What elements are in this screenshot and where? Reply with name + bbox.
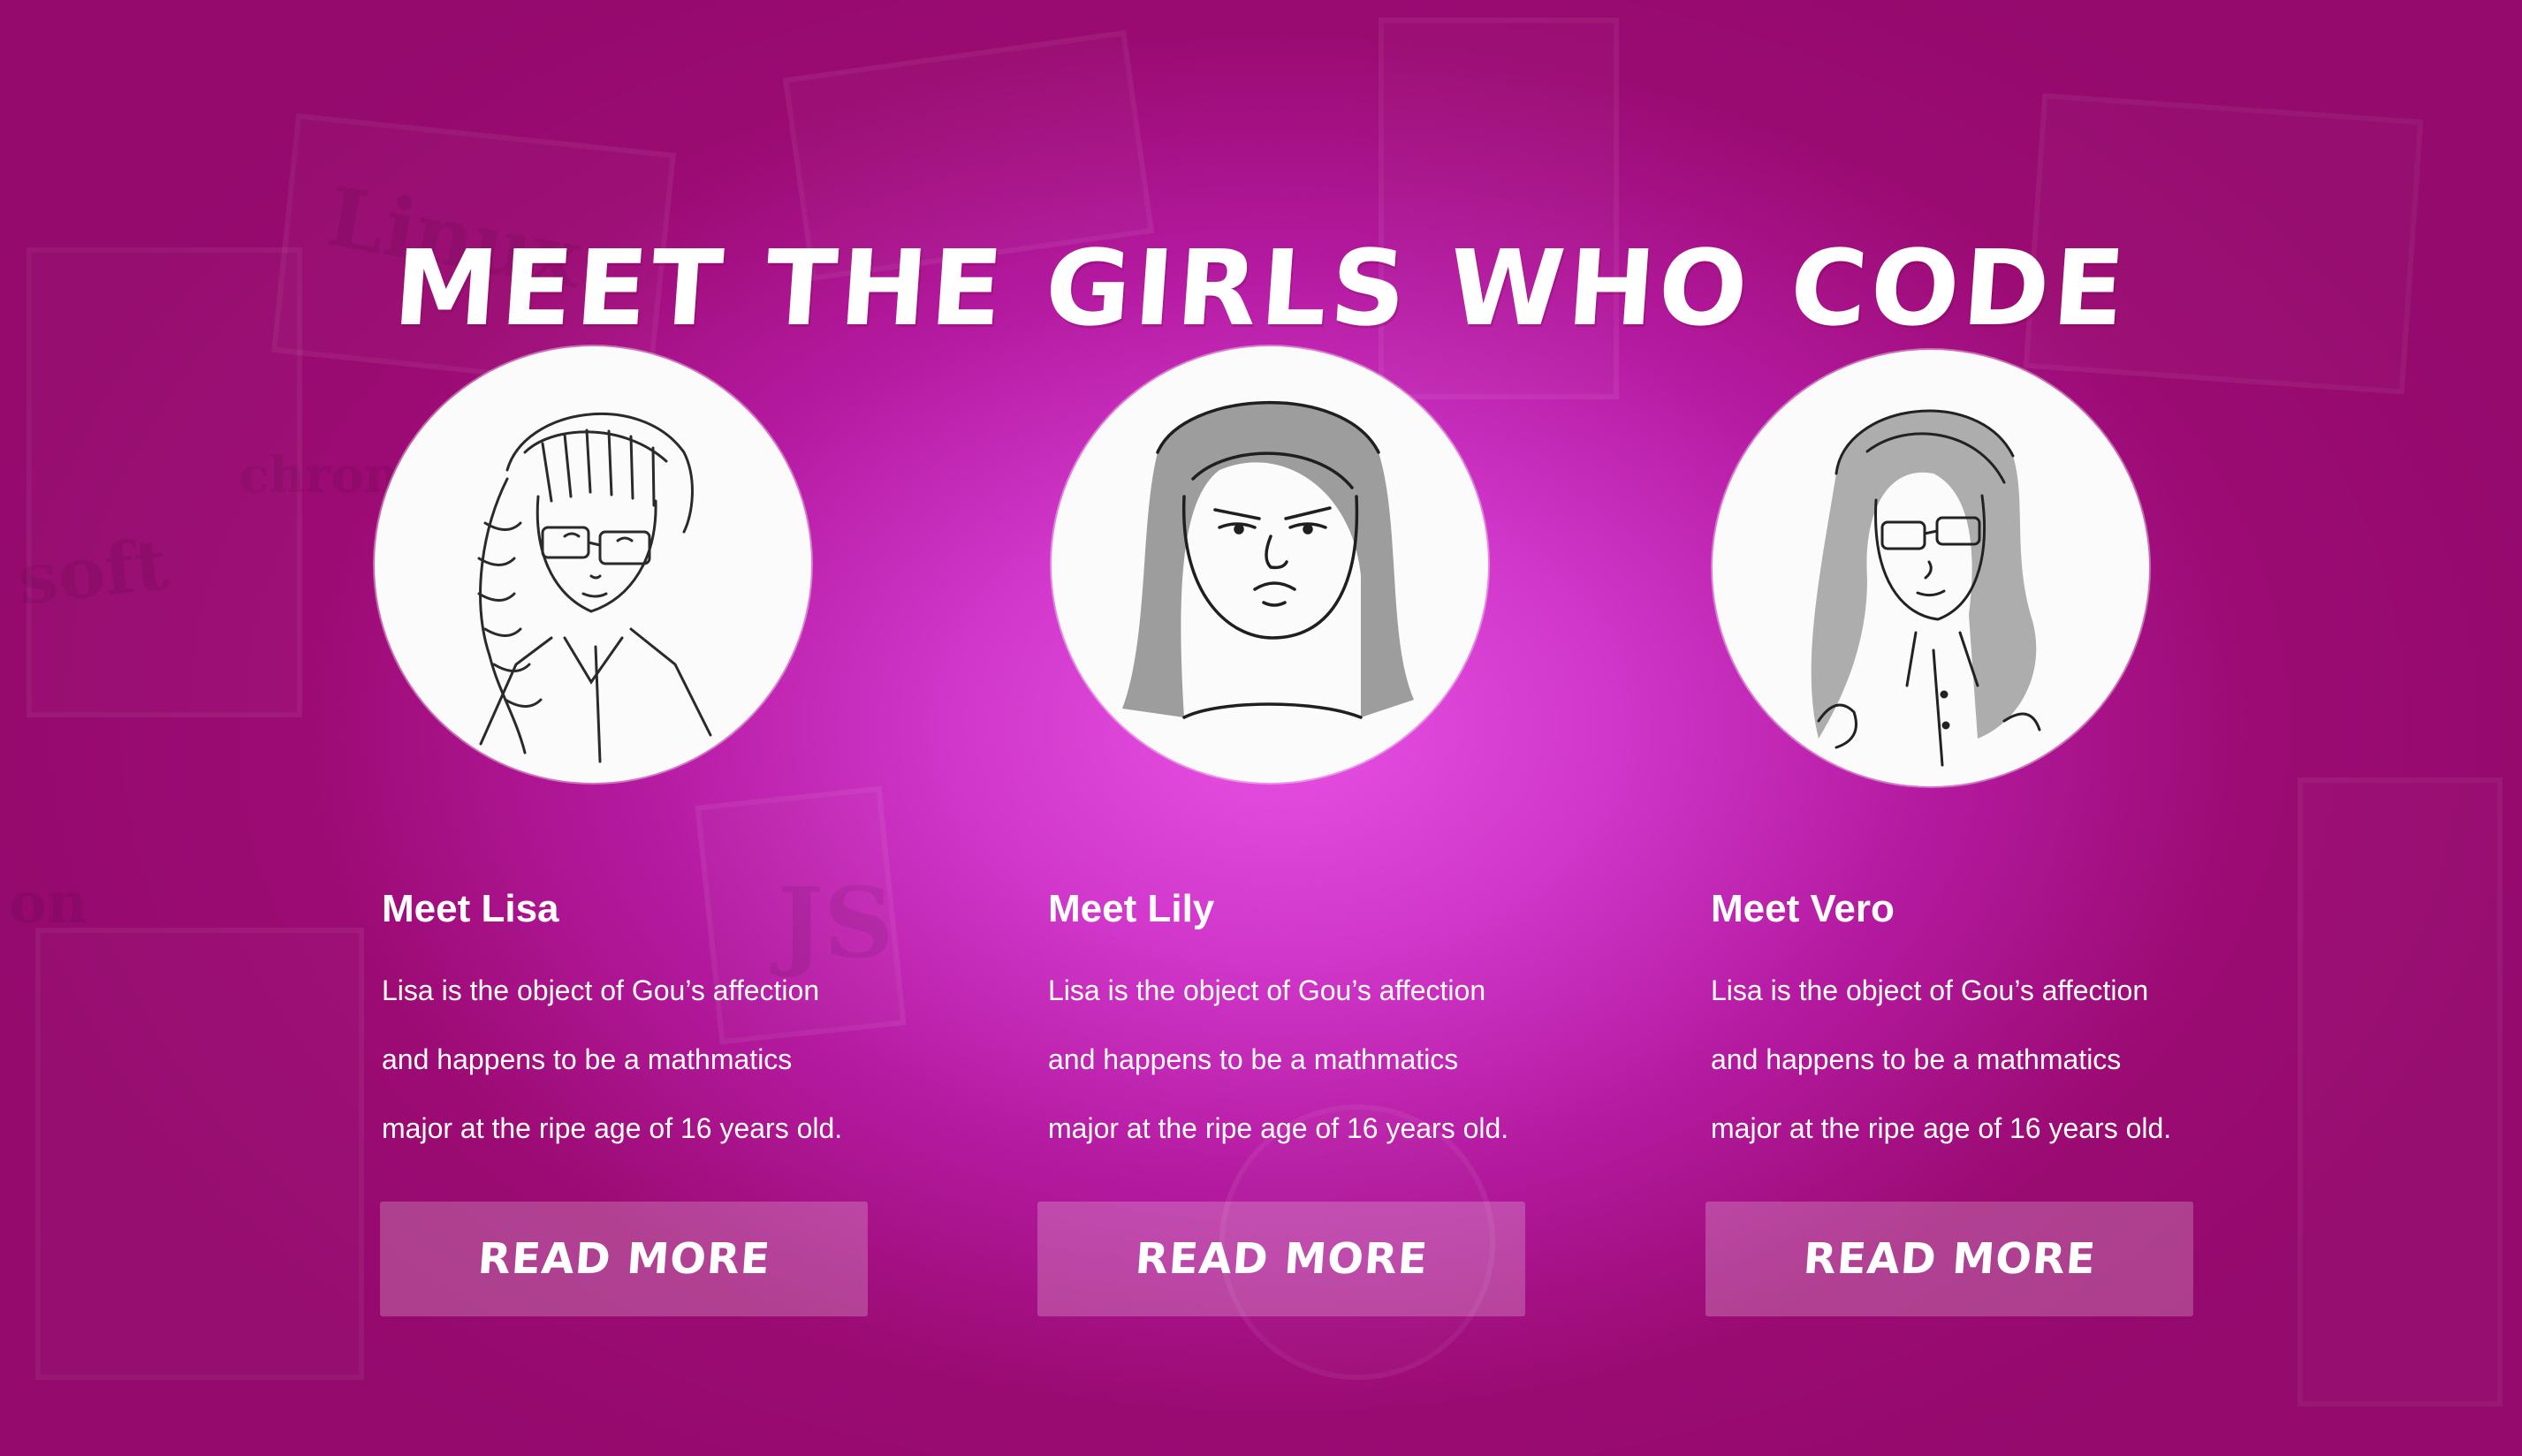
card-description: Lisa is the object of Gou’s affection an… xyxy=(382,956,912,1163)
card-description: Lisa is the object of Gou’s affection an… xyxy=(1711,956,2241,1163)
card-description: Lisa is the object of Gou’s affection an… xyxy=(1048,956,1578,1163)
bg-word-on: on xyxy=(9,870,88,937)
read-more-label: READ MORE xyxy=(1133,1234,1430,1284)
card-description-line: major at the ripe age of 16 years old. xyxy=(1711,1112,2172,1144)
sketch-portrait-braids-glasses-icon xyxy=(477,412,712,763)
card-description-line: and happens to be a mathmatics xyxy=(1711,1043,2122,1075)
avatar-lisa xyxy=(375,346,811,783)
section-title: MEET THE GIRLS WHO CODE xyxy=(390,227,2132,350)
card-description-line: Lisa is the object of Gou’s affection xyxy=(1711,974,2149,1006)
avatar-lily xyxy=(1052,346,1488,783)
card-description-line: Lisa is the object of Gou’s affection xyxy=(1048,974,1486,1006)
card-description-line: major at the ripe age of 16 years old. xyxy=(382,1112,843,1144)
card-description-line: and happens to be a mathmatics xyxy=(382,1043,793,1075)
read-more-label: READ MORE xyxy=(475,1234,772,1284)
bg-word-soft: soft xyxy=(13,522,172,621)
avatar-vero xyxy=(1713,350,2149,786)
read-more-label: READ MORE xyxy=(1801,1234,2098,1284)
sketch-portrait-grumpy-icon xyxy=(1122,400,1414,719)
card-name: Meet Vero xyxy=(1711,887,1895,930)
card-description-line: and happens to be a mathmatics xyxy=(1048,1043,1459,1075)
card-description-line: major at the ripe age of 16 years old. xyxy=(1048,1112,1509,1144)
read-more-button[interactable]: READ MORE xyxy=(1037,1202,1525,1316)
sketch-portrait-long-hair-glasses-icon xyxy=(1811,409,2041,767)
read-more-button[interactable]: READ MORE xyxy=(380,1202,868,1316)
card-name: Meet Lily xyxy=(1048,887,1215,930)
card-description-line: Lisa is the object of Gou’s affection xyxy=(382,974,820,1006)
card-name: Meet Lisa xyxy=(382,887,559,930)
read-more-button[interactable]: READ MORE xyxy=(1705,1202,2193,1316)
